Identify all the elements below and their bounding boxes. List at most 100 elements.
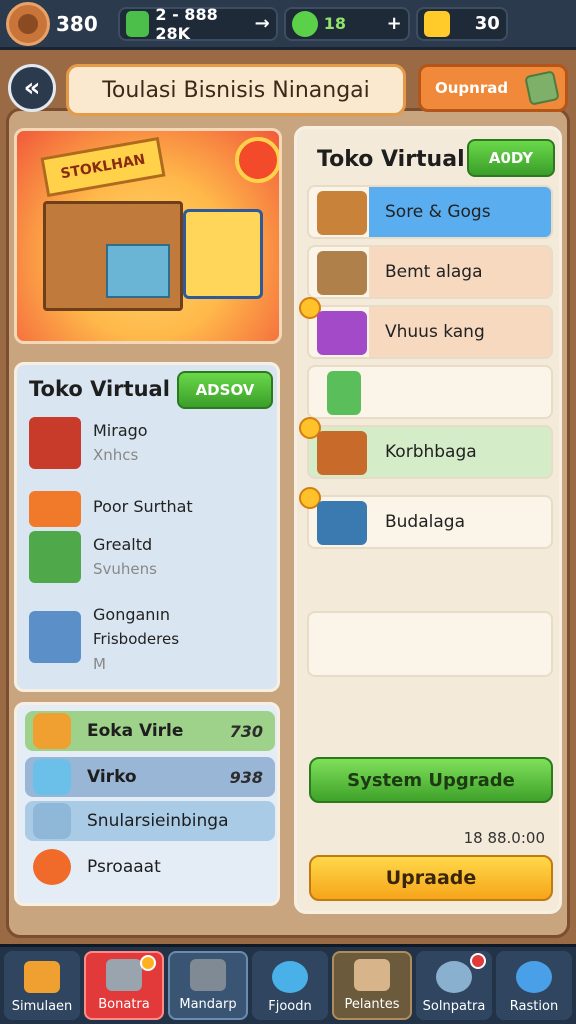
list-item[interactable]: Gonganın Frisboderes M bbox=[27, 597, 267, 681]
item-name: Poor Surthat bbox=[93, 497, 193, 516]
upgrade-button[interactable]: Upraade bbox=[309, 855, 553, 901]
gold-star-icon bbox=[423, 10, 450, 37]
camera-icon bbox=[33, 713, 71, 749]
download-button-label: Oupnrad bbox=[435, 79, 509, 97]
toy-car-icon bbox=[29, 491, 81, 527]
list-item[interactable]: Vhuus kang bbox=[299, 297, 553, 359]
shopping-basket-icon bbox=[29, 611, 81, 663]
resource-cash-arrow-icon[interactable]: → bbox=[255, 13, 270, 34]
purple-box-icon bbox=[317, 311, 367, 355]
resource-gem[interactable]: 18 + bbox=[283, 6, 410, 41]
nav-mandarp[interactable]: Mandarp bbox=[168, 951, 248, 1020]
nav-label: Solnpatra bbox=[422, 999, 486, 1014]
cardboard-box-icon bbox=[317, 191, 367, 235]
green-box-icon bbox=[29, 531, 81, 583]
resource-cash-value: 2 - 888 28K bbox=[155, 4, 218, 43]
item-sub: Frisboderes bbox=[93, 630, 180, 648]
shopping-cart-icon bbox=[29, 417, 81, 469]
home-icon bbox=[24, 961, 60, 993]
item-name: Mirago bbox=[93, 421, 148, 440]
resource-gem-value: 18 bbox=[323, 14, 347, 33]
item-sub: Svuhens bbox=[93, 560, 157, 578]
list-item[interactable]: Grealtd Svuhens bbox=[27, 527, 267, 587]
stat-row[interactable]: Eoka Virle 730 bbox=[25, 711, 275, 751]
nav-label: Mandarp bbox=[179, 997, 237, 1012]
resource-star-value: 30 bbox=[474, 13, 500, 34]
store-sign: STOKLHAN bbox=[40, 136, 166, 198]
right-store-panel: Toko Virtual A0DY Sore & Gogs Bemt alaga… bbox=[294, 126, 562, 914]
left-store-panel: Toko Virtual ADSOV Mirago Xnhcs Poor Sur… bbox=[14, 362, 280, 692]
blue-parcel-icon bbox=[317, 501, 367, 545]
crate-icon bbox=[317, 431, 367, 475]
machine-icon bbox=[190, 959, 226, 991]
list-item[interactable]: Budalaga bbox=[299, 487, 553, 549]
back-button[interactable]: « bbox=[8, 64, 56, 112]
stat-value: 730 bbox=[229, 721, 263, 741]
left-panel-action-button[interactable]: ADSOV bbox=[177, 371, 273, 409]
notification-badge bbox=[140, 955, 156, 971]
resource-star[interactable]: 30 bbox=[415, 6, 508, 41]
list-item[interactable]: Sore & Gogs bbox=[307, 185, 553, 239]
list-item[interactable] bbox=[307, 365, 553, 419]
nav-fjoodn[interactable]: Fjoodn bbox=[252, 951, 328, 1020]
list-item[interactable]: Mirago Xnhcs bbox=[27, 413, 267, 473]
item-label: Korbhbaga bbox=[385, 442, 477, 462]
cash-stack-icon bbox=[125, 10, 150, 37]
list-item[interactable]: Korbhbaga bbox=[299, 417, 553, 479]
download-button[interactable]: Oupnrad bbox=[418, 64, 568, 112]
nav-label: Bonatra bbox=[98, 997, 150, 1012]
item-label: Sore & Gogs bbox=[385, 202, 491, 222]
right-panel-title: Toko Virtual bbox=[317, 147, 465, 172]
stat-label: Virko bbox=[87, 767, 137, 787]
nav-simulaen[interactable]: Simulaen bbox=[4, 951, 80, 1020]
stats-panel: Eoka Virle 730 Virko 938 Snularsieinbing… bbox=[14, 702, 280, 906]
avatar[interactable] bbox=[6, 1, 50, 46]
stat-row[interactable]: Psroaaat bbox=[25, 847, 275, 887]
green-cart-icon bbox=[327, 371, 361, 415]
nav-bonatra[interactable]: Bonatra bbox=[84, 951, 164, 1020]
truck-icon bbox=[33, 759, 71, 795]
list-item-empty[interactable] bbox=[307, 611, 553, 677]
stat-row[interactable]: Virko 938 bbox=[25, 757, 275, 797]
stat-row[interactable]: Snularsieinbinga bbox=[25, 801, 275, 841]
battery-icon bbox=[33, 803, 71, 839]
item-label: Vhuus kang bbox=[385, 322, 485, 342]
nav-label: Rastion bbox=[509, 999, 559, 1014]
nav-label: Fjoodn bbox=[268, 999, 312, 1014]
kiosk-icon bbox=[183, 209, 263, 299]
stat-label: Snularsieinbinga bbox=[87, 811, 229, 831]
gear-icon bbox=[235, 137, 279, 183]
storefront-box-icon bbox=[43, 201, 183, 311]
resource-cash[interactable]: 2 - 888 28K → bbox=[117, 4, 278, 43]
nav-pelantes[interactable]: Pelantes bbox=[332, 951, 412, 1020]
stacked-boxes-icon bbox=[317, 251, 367, 295]
stat-value: 938 bbox=[229, 767, 263, 787]
hero-image: STOKLHAN bbox=[14, 128, 282, 344]
system-upgrade-button[interactable]: System Upgrade bbox=[309, 757, 553, 803]
right-panel-action-button[interactable]: A0DY bbox=[467, 139, 555, 177]
item-sub: Xnhcs bbox=[93, 446, 139, 464]
nav-label: Pelantes bbox=[344, 997, 400, 1012]
map-box-icon bbox=[524, 70, 560, 106]
compass-icon bbox=[272, 961, 308, 993]
package-icon bbox=[354, 959, 390, 991]
leaf-gem-icon bbox=[291, 10, 318, 37]
printer-icon bbox=[106, 959, 142, 991]
item-label: Budalaga bbox=[385, 512, 465, 532]
upgrade-timer: 18 88.0:00 bbox=[463, 829, 545, 847]
list-item[interactable]: Bemt alaga bbox=[307, 245, 553, 299]
stat-label: Psroaaat bbox=[87, 857, 161, 877]
stat-label: Eoka Virle bbox=[87, 721, 184, 741]
item-name: Grealtd bbox=[93, 535, 153, 554]
nav-solnpatra[interactable]: Solnpatra bbox=[416, 951, 492, 1020]
coins-icon bbox=[436, 961, 472, 993]
nav-rastion[interactable]: Rastion bbox=[496, 951, 572, 1020]
bottom-nav: Simulaen Bonatra Mandarp Fjoodn Pelantes… bbox=[0, 944, 576, 1024]
globe-icon bbox=[516, 961, 552, 993]
add-gem-icon[interactable]: + bbox=[387, 13, 402, 34]
nav-label: Simulaen bbox=[11, 999, 73, 1014]
left-panel-title: Toko Virtual bbox=[29, 377, 170, 401]
player-level: 380 bbox=[56, 11, 98, 36]
item-name: Gonganın bbox=[93, 605, 171, 624]
top-bar: 380 2 - 888 28K → 18 + 30 bbox=[0, 0, 576, 50]
